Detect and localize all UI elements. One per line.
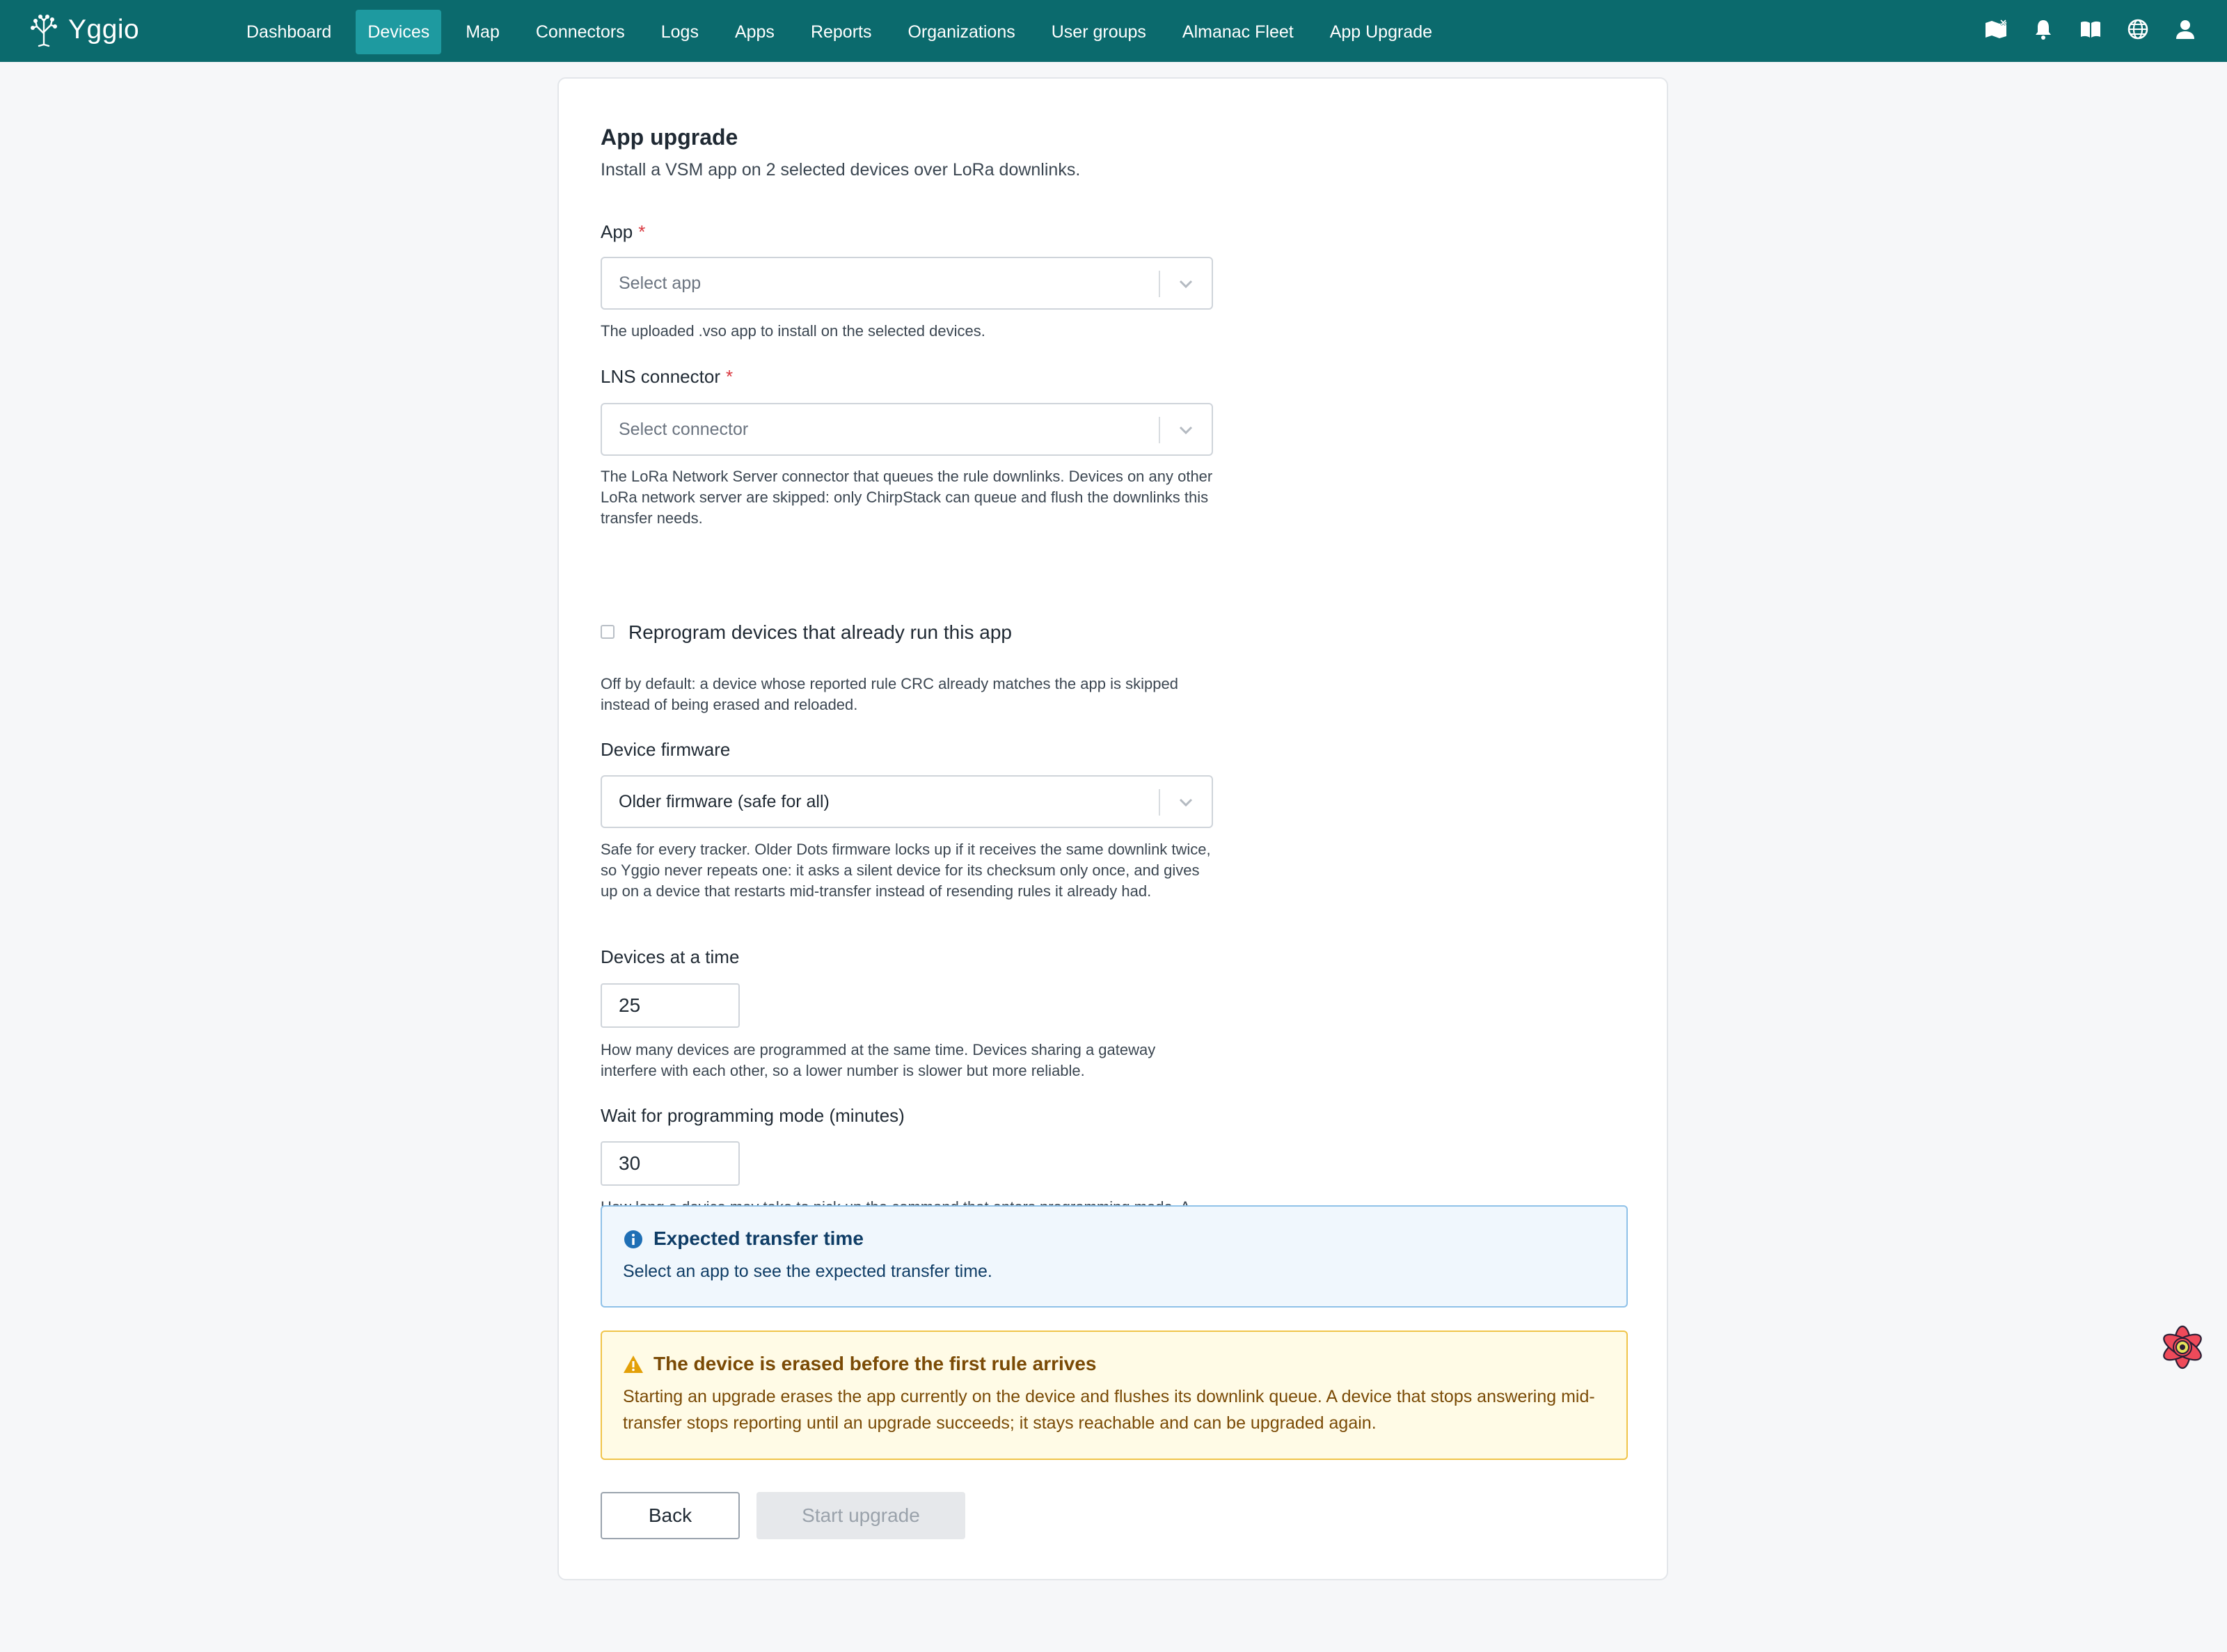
batch-field-label: Devices at a time — [601, 946, 740, 967]
app-name: Yggio — [68, 15, 140, 45]
app-select[interactable]: Select app — [601, 257, 1213, 310]
reprogram-checkbox-label[interactable]: Reprogram devices that already run this … — [628, 621, 1012, 644]
back-button[interactable]: Back — [601, 1492, 740, 1539]
firmware-select[interactable]: Older firmware (safe for all) — [601, 775, 1213, 828]
app-select-placeholder: Select app — [619, 273, 702, 293]
select-separator — [1159, 417, 1160, 443]
info-alert-body: Select an app to see the expected transf… — [623, 1262, 992, 1281]
reprogram-checkbox[interactable] — [601, 625, 615, 639]
nav-item-app-upgrade[interactable]: App Upgrade — [1318, 10, 1444, 54]
warning-alert-body: Starting an upgrade erases the app curre… — [623, 1387, 1595, 1433]
app-field-label: App * — [601, 221, 645, 243]
batch-help-text: How many devices are programmed at the s… — [601, 1041, 1156, 1079]
globe-icon[interactable] — [2124, 15, 2152, 43]
book-icon[interactable] — [2077, 15, 2105, 43]
tree-logo-icon — [31, 15, 57, 47]
connector-label-text: LNS connector — [601, 366, 720, 387]
wait-minutes-input[interactable] — [601, 1141, 740, 1186]
nav-item-apps[interactable]: Apps — [723, 10, 786, 54]
page-title: App upgrade — [601, 125, 738, 150]
connector-help-text: The LoRa Network Server connector that q… — [601, 468, 1213, 527]
expected-transfer-time-alert: Expected transfer time Select an app to … — [601, 1205, 1628, 1308]
top-navigation-bar: Yggio Dashboard Devices Map Connectors L… — [0, 0, 2227, 62]
map-off-icon[interactable] — [1982, 15, 2010, 43]
start-upgrade-button[interactable]: Start upgrade — [756, 1492, 965, 1539]
erase-warning-alert: The device is erased before the first ru… — [601, 1331, 1628, 1460]
connector-select[interactable]: Select connector — [601, 403, 1213, 456]
user-icon[interactable] — [2171, 15, 2199, 43]
chevron-down-icon[interactable] — [1175, 792, 1196, 813]
required-marker: * — [725, 366, 734, 387]
nav-item-devices[interactable]: Devices — [356, 10, 442, 54]
main-nav: Dashboard Devices Map Connectors Logs Ap… — [235, 10, 1457, 54]
connector-select-placeholder: Select connector — [619, 420, 749, 439]
nav-item-almanac-fleet[interactable]: Almanac Fleet — [1171, 10, 1306, 54]
nav-item-dashboard[interactable]: Dashboard — [235, 10, 343, 54]
info-alert-title: Expected transfer time — [653, 1228, 864, 1249]
devtools-flower-icon[interactable] — [2155, 1319, 2210, 1375]
header-tools — [1982, 15, 2199, 43]
nav-item-connectors[interactable]: Connectors — [524, 10, 637, 54]
connector-field-label: LNS connector * — [601, 366, 733, 388]
chevron-down-icon[interactable] — [1175, 273, 1196, 294]
bell-icon[interactable] — [2029, 15, 2057, 43]
info-icon — [624, 1230, 642, 1248]
firmware-field-label: Device firmware — [601, 739, 731, 760]
nav-item-user-groups[interactable]: User groups — [1040, 10, 1158, 54]
required-marker: * — [638, 221, 646, 242]
select-separator — [1159, 271, 1160, 297]
app-upgrade-card: App upgrade Install a VSM app on 2 selec… — [557, 77, 1668, 1580]
reprogram-help-text: Off by default: a device whose reported … — [601, 675, 1178, 713]
wait-field-label: Wait for programming mode (minutes) — [601, 1105, 905, 1126]
nav-item-organizations[interactable]: Organizations — [896, 10, 1027, 54]
app-logo[interactable]: Yggio — [26, 13, 139, 47]
firmware-select-value: Older firmware (safe for all) — [619, 792, 830, 811]
app-help-text: The uploaded .vso app to install on the … — [601, 322, 985, 340]
firmware-help-text: Safe for every tracker. Older Dots firmw… — [601, 841, 1211, 900]
select-separator — [1159, 789, 1160, 816]
page-subtitle: Install a VSM app on 2 selected devices … — [601, 160, 1081, 180]
warning-icon — [624, 1356, 643, 1373]
chevron-down-icon[interactable] — [1175, 420, 1196, 440]
nav-item-logs[interactable]: Logs — [649, 10, 711, 54]
devices-at-a-time-input[interactable] — [601, 983, 740, 1028]
nav-item-map[interactable]: Map — [454, 10, 512, 54]
nav-item-reports[interactable]: Reports — [799, 10, 884, 54]
warning-alert-title: The device is erased before the first ru… — [653, 1353, 1097, 1374]
app-label-text: App — [601, 221, 633, 242]
